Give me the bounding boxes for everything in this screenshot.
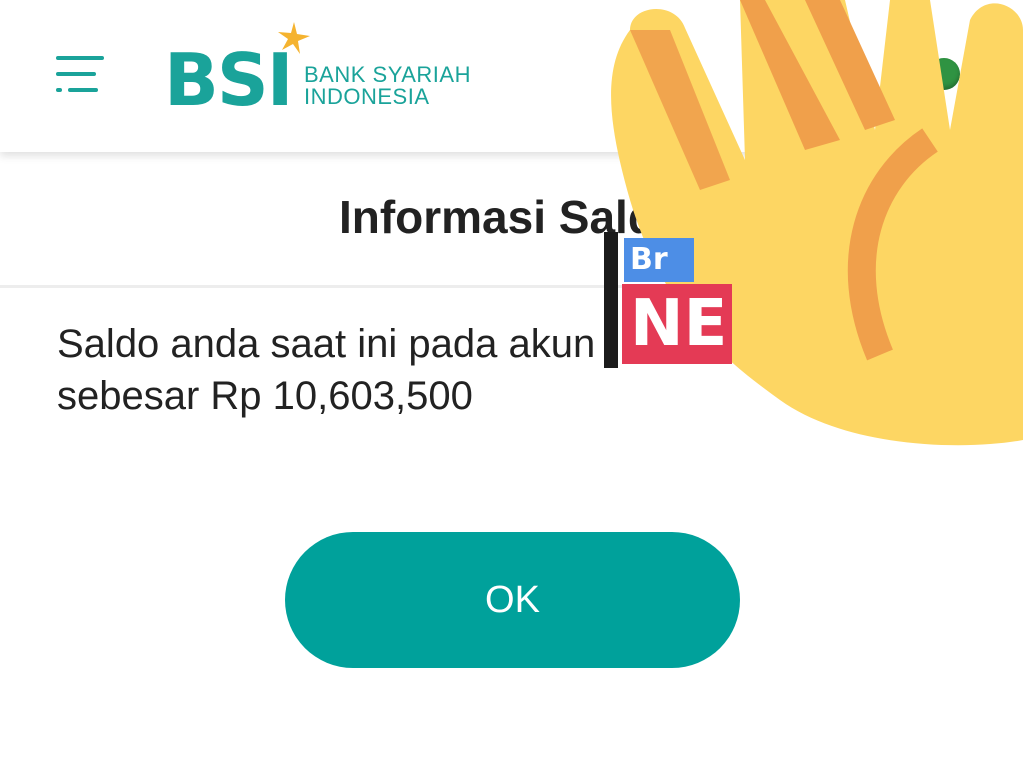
logo-bank-name-line2: INDONESIA [304, 84, 430, 109]
ok-button[interactable]: OK [285, 532, 740, 668]
star-icon [278, 22, 310, 54]
sticker-bar [604, 232, 618, 368]
logo-bank-name-line1: BANK SYARIAH [304, 62, 471, 87]
sticker-badge-bottom: NE [622, 284, 732, 364]
hamburger-menu-icon[interactable] [52, 48, 108, 100]
logo-mark: BSI [164, 38, 294, 122]
logo-bank-name: BANK SYARIAH INDONESIA [304, 64, 471, 108]
bsi-logo: BSI BANK SYARIAH INDONESIA [160, 18, 500, 118]
news-sticker: Br NE [604, 232, 754, 368]
sticker-badge-top: Br [624, 238, 694, 282]
raised-hand-emoji-icon [611, 0, 1023, 446]
